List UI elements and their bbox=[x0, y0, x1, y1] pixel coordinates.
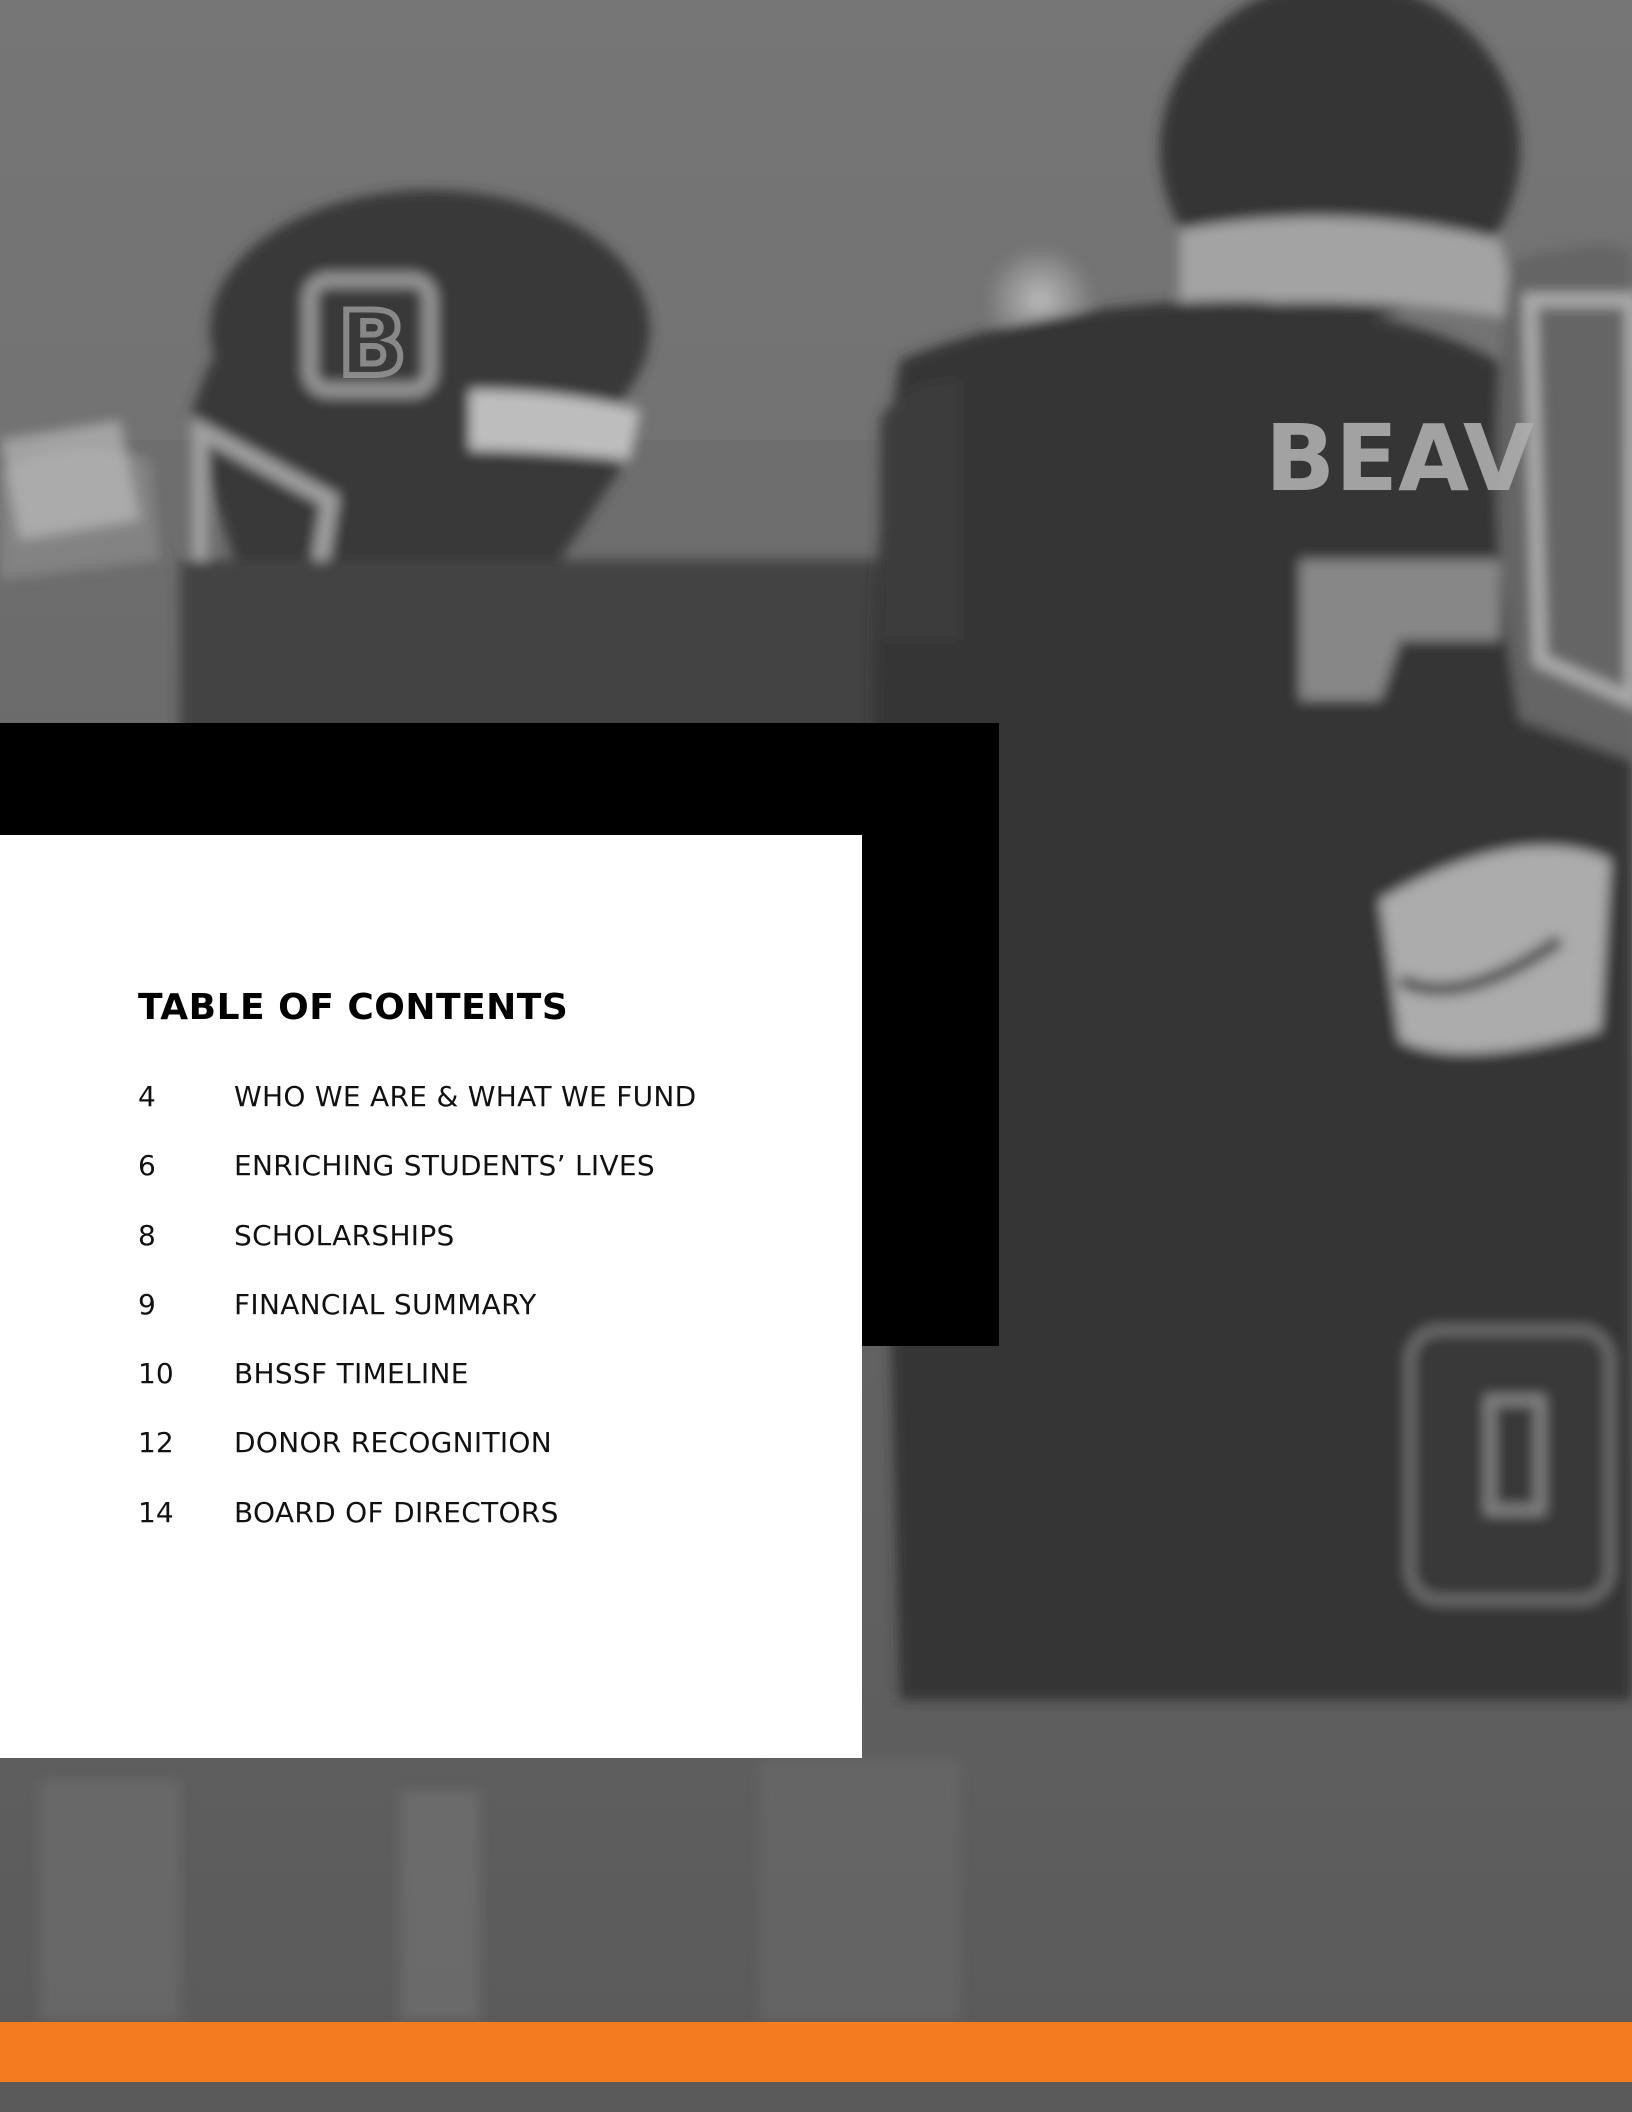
toc-item-label: ENRICHING STUDENTS’ LIVES bbox=[234, 1149, 655, 1183]
toc-item-label: FINANCIAL SUMMARY bbox=[234, 1287, 537, 1321]
toc-page-number: 4 bbox=[138, 1080, 156, 1113]
toc-page-number: 10 bbox=[138, 1357, 174, 1391]
toc-title: TABLE OF CONTENTS bbox=[138, 987, 569, 1028]
toc-page-number: 12 bbox=[138, 1426, 174, 1460]
toc-page-number: 14 bbox=[138, 1495, 174, 1529]
toc-item-label: BHSSF TIMELINE bbox=[234, 1357, 469, 1391]
toc-item[interactable]: 8 SCHOLARSHIPS bbox=[138, 1219, 697, 1288]
toc-item-label: DONOR RECOGNITION bbox=[234, 1426, 553, 1460]
toc-item[interactable]: 4 WHO WE ARE & WHAT WE FUND bbox=[138, 1080, 697, 1149]
toc-item[interactable]: 14 BOARD OF DIRECTORS bbox=[138, 1496, 697, 1565]
toc-item-label: SCHOLARSHIPS bbox=[234, 1218, 455, 1252]
orange-accent-bar bbox=[0, 2022, 1632, 2082]
toc-item-label: BOARD OF DIRECTORS bbox=[234, 1495, 559, 1529]
toc-item-label: WHO WE ARE & WHAT WE FUND bbox=[234, 1080, 697, 1113]
toc-page-number: 6 bbox=[138, 1149, 156, 1183]
toc-list: 4 WHO WE ARE & WHAT WE FUND 6 ENRICHING … bbox=[138, 1080, 697, 1565]
toc-page-number: 8 bbox=[138, 1218, 156, 1252]
toc-item[interactable]: 12 DONOR RECOGNITION bbox=[138, 1426, 697, 1495]
toc-item[interactable]: 10 BHSSF TIMELINE bbox=[138, 1357, 697, 1426]
toc-page-number: 9 bbox=[138, 1287, 156, 1321]
toc-item[interactable]: 6 ENRICHING STUDENTS’ LIVES bbox=[138, 1149, 697, 1218]
toc-item[interactable]: 9 FINANCIAL SUMMARY bbox=[138, 1288, 697, 1357]
